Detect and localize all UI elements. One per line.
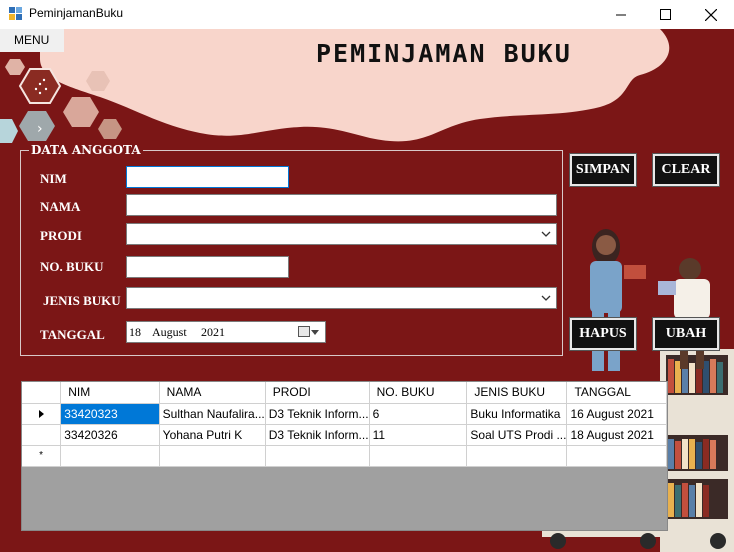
menu-item-menu[interactable]: MENU: [14, 33, 49, 47]
clear-button[interactable]: CLEAR: [652, 153, 720, 187]
prodi-select[interactable]: [126, 223, 557, 245]
table-cell[interactable]: D3 Teknik Inform...: [265, 424, 370, 446]
minimize-button[interactable]: [598, 0, 644, 29]
column-header[interactable]: PRODI: [265, 382, 370, 404]
column-header[interactable]: NAMA: [159, 382, 266, 404]
minimize-icon: [616, 14, 626, 15]
app-icon: [9, 7, 23, 20]
label-jenis-buku: JENIS BUKU: [43, 293, 121, 308]
table-cell[interactable]: [369, 445, 468, 467]
date-year[interactable]: 2021: [201, 325, 225, 340]
simpan-button[interactable]: SIMPAN: [569, 153, 637, 187]
jenis-buku-select[interactable]: [126, 287, 557, 309]
grid-table: NIM NAMA PRODI NO. BUKU JENIS BUKU TANGG…: [22, 382, 667, 467]
row-header-corner[interactable]: [22, 382, 62, 404]
table-cell[interactable]: 18 August 2021: [566, 424, 667, 446]
label-tanggal: TANGGAL: [40, 327, 105, 342]
title-bar: PeminjamanBuku: [0, 0, 734, 29]
chevron-down-icon[interactable]: [311, 330, 319, 335]
table-cell[interactable]: 33420326: [60, 424, 160, 446]
label-no-buku: NO. BUKU: [40, 259, 104, 274]
grid-header-row: NIM NAMA PRODI NO. BUKU JENIS BUKU TANGG…: [22, 382, 667, 404]
chevron-down-icon: [541, 231, 551, 237]
form-client-area: › MENU PEMINJAMAN BUKU DATA ANGGOTA NIM …: [0, 29, 734, 552]
table-cell[interactable]: Soal UTS Prodi ...: [466, 424, 568, 446]
column-header[interactable]: NIM: [60, 382, 160, 404]
menu-bar: MENU: [0, 29, 64, 52]
table-row[interactable]: 33420323 Sulthan Naufalira... D3 Teknik …: [22, 403, 667, 425]
table-cell[interactable]: 33420323: [60, 403, 160, 425]
close-button[interactable]: [688, 0, 734, 29]
table-cell[interactable]: [265, 445, 370, 467]
table-row[interactable]: 33420326 Yohana Putri K D3 Teknik Inform…: [22, 424, 667, 446]
row-header[interactable]: [22, 403, 62, 425]
hapus-button[interactable]: HAPUS: [569, 317, 637, 351]
window-title: PeminjamanBuku: [29, 6, 124, 20]
table-cell[interactable]: 11: [369, 424, 468, 446]
close-icon: [705, 8, 717, 21]
table-cell[interactable]: Yohana Putri K: [159, 424, 266, 446]
nim-input[interactable]: [126, 166, 289, 188]
label-prodi: PRODI: [40, 228, 82, 243]
row-pointer-icon: [38, 409, 44, 418]
table-cell[interactable]: [566, 445, 667, 467]
maximize-button[interactable]: [642, 0, 688, 29]
svg-text:›: ›: [37, 121, 43, 137]
table-cell[interactable]: [466, 445, 568, 467]
table-cell[interactable]: D3 Teknik Inform...: [265, 403, 370, 425]
date-month[interactable]: August: [152, 325, 187, 340]
label-nim: NIM: [40, 171, 67, 186]
column-header[interactable]: JENIS BUKU: [466, 382, 568, 404]
tanggal-date-picker[interactable]: 18 August 2021: [126, 321, 326, 343]
table-cell[interactable]: Sulthan Naufalira...: [159, 403, 266, 425]
label-nama: NAMA: [40, 199, 81, 214]
calendar-icon[interactable]: [298, 326, 310, 337]
table-cell[interactable]: [159, 445, 266, 467]
column-header[interactable]: NO. BUKU: [369, 382, 468, 404]
table-cell[interactable]: Buku Informatika: [466, 403, 568, 425]
ubah-button[interactable]: UBAH: [652, 317, 720, 351]
table-cell[interactable]: [60, 445, 160, 467]
maximize-icon: [659, 9, 671, 20]
new-row[interactable]: *: [22, 445, 667, 467]
nama-input[interactable]: [126, 194, 557, 216]
page-title: PEMINJAMAN BUKU: [316, 39, 572, 68]
new-row-marker[interactable]: *: [22, 445, 62, 467]
date-day[interactable]: 18: [129, 325, 141, 340]
chevron-down-icon: [541, 295, 551, 301]
loan-data-grid[interactable]: NIM NAMA PRODI NO. BUKU JENIS BUKU TANGG…: [21, 381, 668, 531]
column-header[interactable]: TANGGAL: [566, 382, 667, 404]
no-buku-input[interactable]: [126, 256, 289, 278]
table-cell[interactable]: 6: [369, 403, 468, 425]
table-cell[interactable]: 16 August 2021: [566, 403, 667, 425]
row-header[interactable]: [22, 424, 62, 446]
group-title: DATA ANGGOTA: [29, 143, 143, 157]
